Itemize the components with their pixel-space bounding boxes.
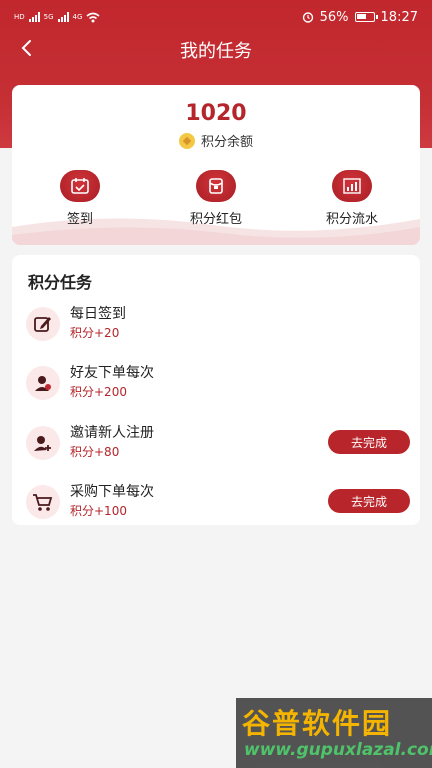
task-item-friend-order: 好友下单每次 积分+200 [12, 362, 420, 412]
bar-chart-icon [332, 170, 372, 202]
points-balance-label: 积分余额 [200, 135, 253, 150]
user-group-icon [26, 366, 60, 400]
status-left: HD 5G 4G [14, 12, 100, 23]
task-item-daily-checkin: 每日签到 积分+20 [12, 303, 420, 353]
clock-time: 18:27 [380, 9, 418, 25]
task-item-invite-register: 邀请新人注册 积分+80 去完成 [12, 422, 420, 472]
complete-task-button[interactable]: 去完成 [328, 489, 410, 513]
status-bar: HD 5G 4G 56% 18:27 [0, 0, 432, 34]
task-name: 邀请新人注册 [70, 425, 154, 441]
task-name: 好友下单每次 [70, 365, 154, 381]
edit-icon [26, 307, 60, 341]
points-balance-value: 1020 [185, 101, 247, 126]
red-envelope-icon [196, 170, 236, 202]
action-label-red-envelope: 积分红包 [189, 212, 242, 227]
task-points: 积分+100 [70, 504, 127, 518]
action-label-checkin: 签到 [66, 212, 93, 227]
signal-icon [28, 12, 40, 22]
points-balance-label-row: 积分余额 [12, 131, 420, 150]
task-name: 每日签到 [70, 306, 126, 322]
wifi-icon [86, 12, 100, 22]
watermark-brand: 谷普软件园 [242, 707, 393, 740]
user-add-icon [26, 426, 60, 460]
action-red-envelope[interactable]: 积分红包 [166, 170, 266, 227]
battery-percent: 56% [319, 9, 349, 25]
task-points: 积分+80 [70, 445, 120, 459]
complete-task-button[interactable]: 去完成 [328, 430, 410, 454]
sim-label-4g: 4G [72, 12, 83, 21]
action-label-points-flow: 积分流水 [325, 212, 378, 227]
action-checkin[interactable]: 签到 [30, 170, 130, 227]
tasks-title: 积分任务 [28, 273, 93, 292]
task-points: 积分+200 [70, 385, 127, 399]
watermark-url: www.gupuxlazal.com [244, 740, 432, 760]
signal-icon [57, 12, 69, 22]
cart-icon [26, 485, 60, 519]
status-right: 56% 18:27 [302, 10, 418, 25]
task-points: 积分+20 [70, 326, 120, 340]
task-item-purchase-order: 采购下单每次 积分+100 去完成 [12, 481, 420, 531]
alarm-icon [302, 12, 313, 23]
tasks-card: 积分任务 每日签到 积分+20 好友下单每次 积分+200 邀请新人注册 积分+… [12, 255, 420, 525]
calendar-check-icon [60, 170, 100, 202]
action-points-flow[interactable]: 积分流水 [302, 170, 402, 227]
page-title: 我的任务 [180, 41, 252, 62]
sim-label-hd: HD [14, 12, 25, 21]
coin-icon [178, 132, 195, 149]
battery-icon [354, 12, 378, 22]
sim-label-5g: 5G [43, 12, 54, 21]
watermark: 谷普软件园 www.gupuxlazal.com [236, 698, 432, 768]
navigation-bar: 我的任务 [0, 34, 432, 64]
task-name: 采购下单每次 [70, 484, 154, 500]
points-card: 1020 积分余额 签到 积分红包 积分流水 [12, 85, 420, 245]
